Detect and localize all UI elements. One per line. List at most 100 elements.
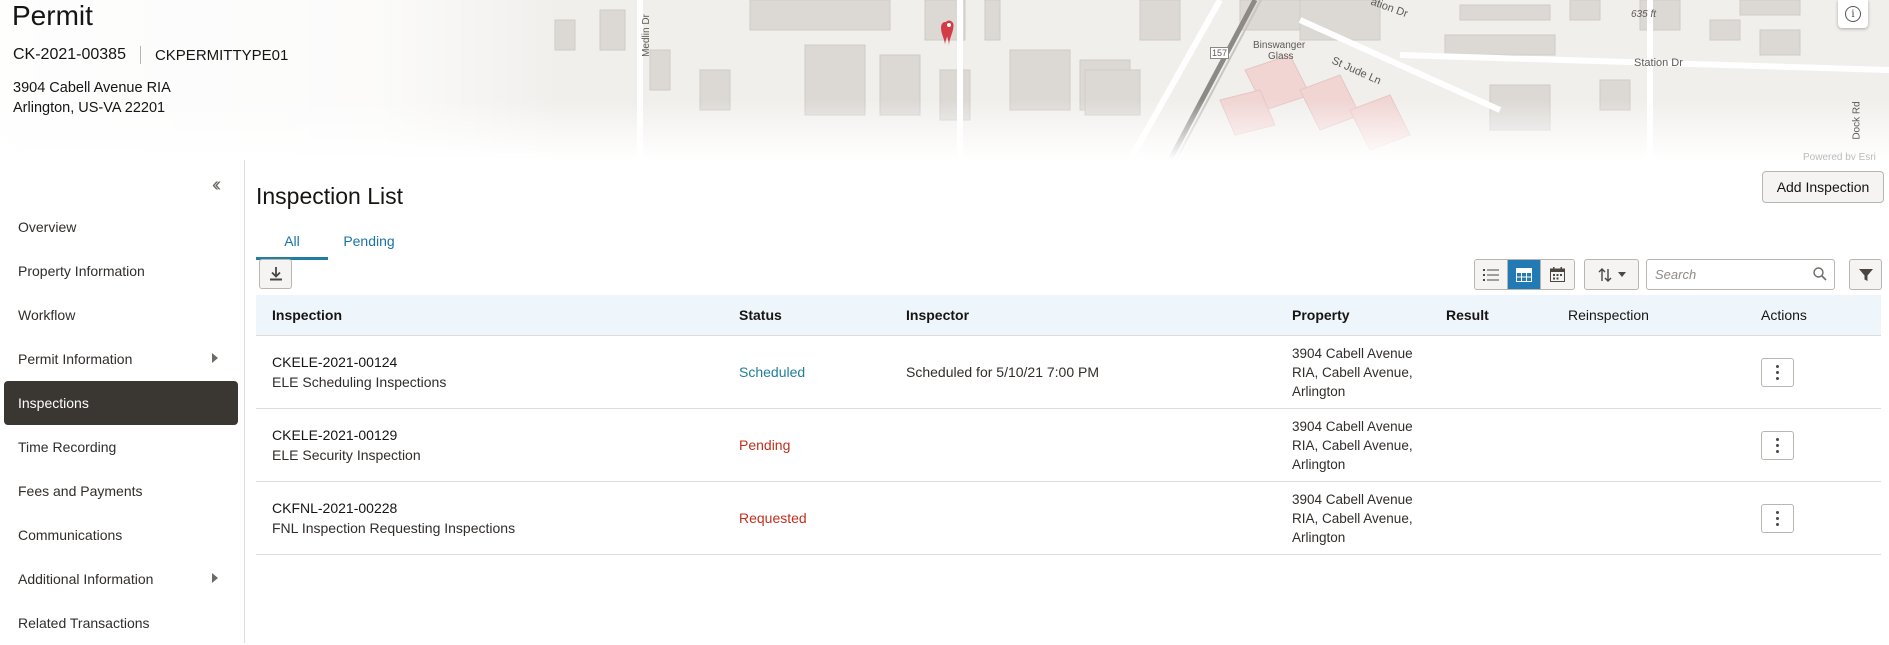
list-view-button[interactable]	[1475, 260, 1508, 289]
row-actions-button[interactable]	[1761, 430, 1794, 460]
search-icon[interactable]	[1813, 267, 1827, 281]
sidebar-item-property-information[interactable]: Property Information	[4, 249, 238, 293]
sidebar-item-label: Related Transactions	[18, 615, 150, 631]
column-header-inspector[interactable]: Inspector	[906, 307, 969, 323]
property-line-2: RIA, Cabell Avenue,	[1292, 510, 1413, 526]
permit-identifiers: CK-2021-00385 CKPERMITTYPE01	[13, 46, 288, 64]
sidebar-item-label: Inspections	[18, 395, 89, 411]
sidebar-item-fees-and-payments[interactable]: Fees and Payments	[4, 469, 238, 513]
sidebar-item-inspections[interactable]: Inspections	[4, 381, 238, 425]
inspection-cell: CKFNL-2021-00228 FNL Inspection Requesti…	[272, 500, 515, 536]
permit-type: CKPERMITTYPE01	[154, 46, 289, 64]
table-row[interactable]: CKELE-2021-00124 ELE Scheduling Inspecti…	[256, 336, 1881, 409]
map-info-button[interactable]: i	[1838, 0, 1868, 28]
tab-pending[interactable]: Pending	[328, 230, 410, 260]
inspection-cell: CKELE-2021-00124 ELE Scheduling Inspecti…	[272, 354, 446, 390]
chevron-right-icon	[212, 353, 218, 363]
page-title: Permit	[12, 0, 93, 31]
column-header-reinspection[interactable]: Reinspection	[1568, 307, 1649, 323]
info-icon: i	[1845, 6, 1861, 22]
sidebar-item-communications[interactable]: Communications	[4, 513, 238, 557]
more-vertical-icon	[1761, 357, 1794, 387]
sidebar-item-overview[interactable]: Overview	[4, 205, 238, 249]
property-line-1: 3904 Cabell Avenue	[1292, 491, 1413, 507]
sort-button[interactable]	[1584, 259, 1639, 290]
property-line-3: Arlington	[1292, 456, 1346, 472]
address-line-2: Arlington, US-VA 22201	[13, 100, 166, 116]
sidebar-item-label: Overview	[18, 219, 77, 235]
property-line-1: 3904 Cabell Avenue	[1292, 418, 1413, 434]
sidebar: ‹‹ Overview Property Information Workflo…	[0, 160, 245, 643]
property-cell: 3904 Cabell Avenue RIA, Cabell Avenue, A…	[1292, 417, 1413, 474]
sidebar-item-label: Permit Information	[18, 351, 133, 367]
row-actions-button[interactable]	[1761, 357, 1794, 387]
main-content: Inspection List Add Inspection All Pendi…	[256, 160, 1884, 643]
map-label-medlin-dr: Medlin Dr	[640, 14, 652, 57]
map-label-station-dr: Station Dr	[1634, 57, 1683, 69]
calendar-view-button[interactable]	[1541, 260, 1574, 289]
sidebar-item-label: Property Information	[18, 263, 145, 279]
tab-bar: All Pending	[256, 230, 410, 260]
inspection-description: ELE Scheduling Inspections	[272, 374, 447, 390]
sidebar-item-time-recording[interactable]: Time Recording	[4, 425, 238, 469]
map-label-dock-rd: Dock Rd	[1851, 101, 1863, 140]
column-header-inspection[interactable]: Inspection	[272, 307, 342, 323]
collapse-sidebar-icon[interactable]: ‹‹	[212, 174, 222, 197]
more-vertical-icon	[1761, 430, 1794, 460]
chevron-right-icon	[212, 573, 218, 583]
more-vertical-icon	[1761, 503, 1794, 533]
table-view-button[interactable]	[1508, 260, 1541, 289]
map-label-glass: Glass	[1268, 51, 1294, 62]
inspection-id[interactable]: CKELE-2021-00124	[272, 354, 446, 370]
sidebar-item-label: Workflow	[18, 307, 76, 323]
sidebar-item-workflow[interactable]: Workflow	[4, 293, 238, 337]
sidebar-item-label: Fees and Payments	[18, 483, 143, 499]
inspector-cell: Scheduled for 5/10/21 7:00 PM	[906, 364, 1100, 380]
permit-address: 3904 Cabell Avenue RIA Arlington, US-VA …	[13, 78, 171, 118]
calendar-icon	[1550, 267, 1565, 282]
sidebar-item-permit-information[interactable]: Permit Information	[4, 337, 238, 381]
table-row[interactable]: CKFNL-2021-00228 FNL Inspection Requesti…	[256, 482, 1881, 555]
filter-icon	[1858, 268, 1873, 281]
inspection-id[interactable]: CKELE-2021-00129	[272, 427, 421, 443]
divider	[139, 46, 141, 64]
sidebar-item-additional-information[interactable]: Additional Information	[4, 557, 238, 601]
property-line-3: Arlington	[1292, 383, 1346, 399]
inspection-cell: CKELE-2021-00129 ELE Security Inspection	[272, 427, 421, 463]
status-label: Pending	[739, 437, 791, 453]
add-inspection-button[interactable]: Add Inspection	[1762, 171, 1884, 203]
property-cell: 3904 Cabell Avenue RIA, Cabell Avenue, A…	[1292, 344, 1413, 401]
row-actions-button[interactable]	[1761, 503, 1794, 533]
tab-all[interactable]: All	[256, 230, 328, 260]
download-button[interactable]	[259, 259, 292, 289]
filter-button[interactable]	[1849, 259, 1882, 290]
chevron-down-icon	[1617, 272, 1626, 277]
table-header: Inspection Status Inspector Property Res…	[256, 295, 1881, 336]
column-header-result[interactable]: Result	[1446, 307, 1489, 323]
map-credit: Powered by Esri	[1803, 152, 1876, 160]
sidebar-item-label: Additional Information	[18, 571, 154, 587]
map-label-binswanger: Binswanger	[1253, 40, 1306, 51]
property-line-2: RIA, Cabell Avenue,	[1292, 364, 1413, 380]
property-line-1: 3904 Cabell Avenue	[1292, 345, 1413, 361]
map-label-route: 157	[1210, 47, 1230, 59]
inspection-table: Inspection Status Inspector Property Res…	[256, 295, 1881, 555]
inspection-description: FNL Inspection Requesting Inspections	[272, 520, 516, 536]
status-label: Requested	[739, 510, 807, 526]
download-icon	[269, 267, 282, 281]
sidebar-nav: Overview Property Information Workflow P…	[4, 205, 238, 645]
list-view-icon	[1483, 268, 1499, 281]
property-line-2: RIA, Cabell Avenue,	[1292, 437, 1413, 453]
table-view-icon	[1516, 267, 1532, 282]
section-title: Inspection List	[256, 183, 404, 209]
view-switcher	[1474, 259, 1575, 290]
column-header-status[interactable]: Status	[739, 307, 782, 323]
table-row[interactable]: CKELE-2021-00129 ELE Security Inspection…	[256, 409, 1881, 482]
map-label-elevation: 635 ft	[1631, 9, 1657, 20]
sidebar-item-related-transactions[interactable]: Related Transactions	[4, 601, 238, 645]
inspection-id[interactable]: CKFNL-2021-00228	[272, 500, 515, 516]
column-header-property[interactable]: Property	[1292, 307, 1350, 323]
search-input[interactable]	[1646, 259, 1835, 290]
permit-number: CK-2021-00385	[13, 46, 126, 63]
column-header-actions: Actions	[1761, 307, 1807, 323]
